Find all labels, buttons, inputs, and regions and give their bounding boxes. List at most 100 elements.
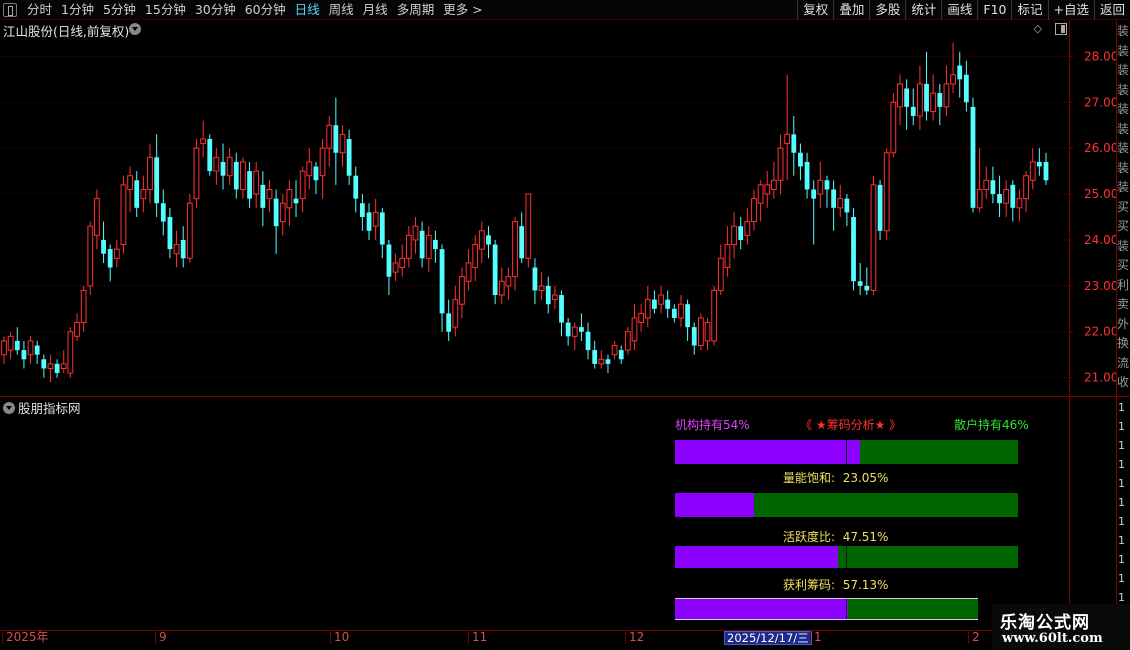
candle[interactable]: [777, 134, 784, 195]
candle[interactable]: [671, 304, 677, 323]
candle[interactable]: [963, 60, 969, 112]
candle[interactable]: [770, 161, 777, 199]
candle[interactable]: [924, 51, 929, 121]
diamond-icon[interactable]: ◇: [1034, 22, 1042, 35]
candle[interactable]: [459, 267, 465, 318]
toolbar-button[interactable]: F10: [977, 0, 1011, 20]
candle[interactable]: [87, 221, 94, 296]
candle[interactable]: [405, 226, 412, 268]
candle[interactable]: [1029, 148, 1036, 190]
candle[interactable]: [1, 336, 7, 364]
candle[interactable]: [824, 175, 830, 208]
candle[interactable]: [784, 74, 791, 181]
candle[interactable]: [472, 235, 479, 282]
toolbar-button[interactable]: 统计: [905, 0, 941, 20]
candle[interactable]: [791, 116, 797, 176]
candle[interactable]: [319, 138, 326, 199]
toolbar-button[interactable]: 叠加: [833, 0, 869, 20]
candle[interactable]: [817, 161, 824, 208]
candle[interactable]: [605, 354, 611, 374]
period-tab[interactable]: 5分钟: [103, 2, 136, 18]
candle[interactable]: [744, 207, 751, 245]
candle[interactable]: [685, 299, 690, 341]
candle[interactable]: [54, 359, 60, 378]
candle[interactable]: [492, 239, 498, 305]
candle[interactable]: [186, 194, 193, 263]
candle[interactable]: [618, 345, 624, 364]
candle[interactable]: [154, 134, 160, 217]
candle[interactable]: [313, 161, 319, 195]
candle[interactable]: [697, 313, 704, 351]
period-tab[interactable]: 日线: [295, 2, 320, 18]
candle[interactable]: [665, 290, 671, 318]
candle[interactable]: [738, 217, 744, 250]
candle[interactable]: [226, 148, 233, 185]
candle[interactable]: [101, 221, 106, 263]
candle[interactable]: [247, 161, 252, 208]
candle[interactable]: [1016, 189, 1023, 222]
candle[interactable]: [751, 189, 757, 231]
candle[interactable]: [433, 230, 438, 263]
candle[interactable]: [193, 138, 200, 208]
period-tab[interactable]: 月线: [363, 2, 388, 18]
candle[interactable]: [379, 207, 385, 259]
candle[interactable]: [624, 327, 631, 355]
candle[interactable]: [585, 322, 591, 360]
period-tab[interactable]: 周线: [329, 2, 354, 18]
candle[interactable]: [957, 51, 963, 98]
candle[interactable]: [731, 212, 737, 259]
candle[interactable]: [326, 116, 333, 167]
candle[interactable]: [200, 120, 206, 158]
candle[interactable]: [970, 97, 976, 213]
candle[interactable]: [519, 212, 525, 263]
toolbar-button[interactable]: +自选: [1047, 0, 1094, 20]
candle[interactable]: [917, 65, 923, 130]
candle[interactable]: [419, 221, 425, 268]
candle[interactable]: [525, 193, 532, 268]
toolbar-button[interactable]: 标记: [1011, 0, 1047, 20]
candle[interactable]: [717, 244, 724, 296]
layout-toggle-icon[interactable]: [3, 3, 17, 17]
candle[interactable]: [173, 230, 180, 268]
candle[interactable]: [399, 244, 406, 277]
candle[interactable]: [976, 148, 983, 213]
candle[interactable]: [652, 290, 657, 314]
candle[interactable]: [545, 276, 551, 314]
candle[interactable]: [180, 226, 186, 268]
candle[interactable]: [937, 83, 943, 126]
indicator-title[interactable]: 股朋指标网: [3, 398, 81, 417]
candle[interactable]: [498, 267, 505, 305]
candle[interactable]: [538, 272, 545, 300]
candle[interactable]: [870, 175, 877, 296]
candle[interactable]: [1010, 180, 1016, 222]
candle[interactable]: [306, 148, 313, 190]
candle[interactable]: [644, 285, 651, 328]
candle[interactable]: [551, 285, 558, 309]
candle[interactable]: [372, 198, 379, 240]
candle[interactable]: [360, 194, 365, 231]
candle[interactable]: [386, 239, 392, 296]
candle[interactable]: [997, 175, 1002, 217]
candle[interactable]: [804, 152, 810, 199]
candle[interactable]: [638, 304, 645, 332]
candle[interactable]: [207, 134, 213, 176]
candle[interactable]: [831, 180, 837, 231]
candle[interactable]: [798, 143, 803, 181]
candle[interactable]: [346, 129, 352, 185]
candle[interactable]: [691, 322, 697, 355]
candle[interactable]: [1003, 180, 1010, 217]
candle[interactable]: [113, 239, 120, 268]
candle[interactable]: [14, 327, 20, 355]
candle[interactable]: [904, 79, 910, 130]
candle[interactable]: [890, 93, 897, 158]
candle[interactable]: [512, 217, 518, 291]
candle[interactable]: [60, 350, 67, 374]
candle[interactable]: [465, 249, 472, 291]
candle[interactable]: [930, 74, 937, 121]
period-tab[interactable]: 30分钟: [195, 2, 236, 18]
candlestick-chart[interactable]: 28.00 27.00 26.00 25.00 24.00 23.00 22.00 21.00: [0, 38, 1117, 396]
candle[interactable]: [7, 331, 14, 360]
candle[interactable]: [851, 207, 856, 291]
candle[interactable]: [811, 180, 817, 245]
candle[interactable]: [107, 244, 113, 282]
